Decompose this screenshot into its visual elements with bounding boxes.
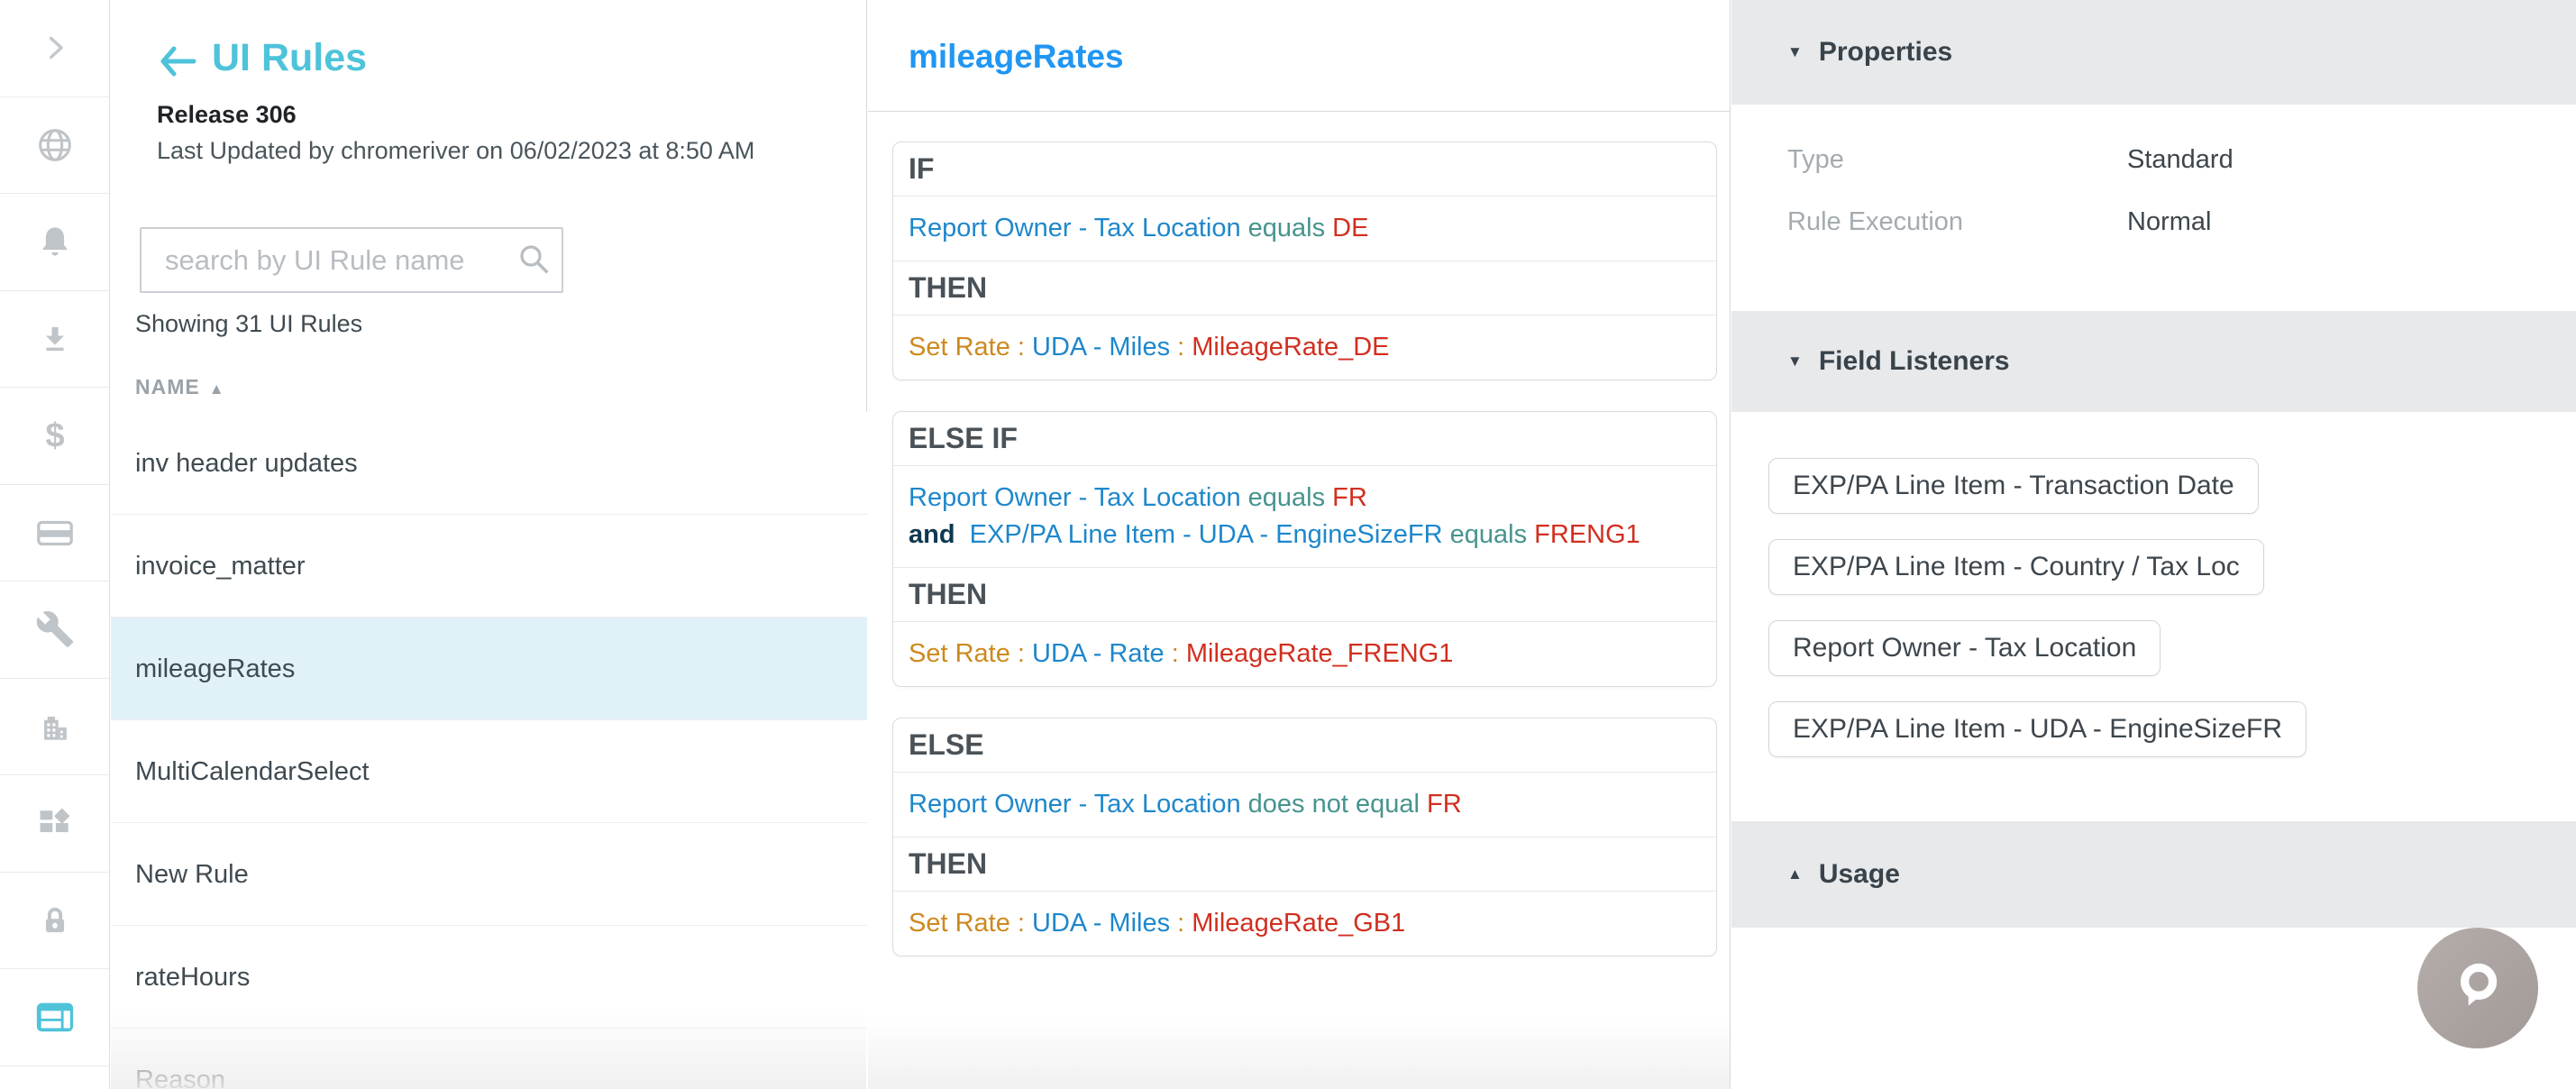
form-layout-icon [34,996,76,1038]
blocks-icon [35,803,75,843]
property-row: TypeStandard [1787,129,2526,191]
action-row[interactable]: Set Rate : UDA - Miles : MileageRate_GB1 [893,891,1716,956]
credit-card-icon [34,512,76,554]
properties-rows: TypeStandardRule ExecutionNormal [1787,129,2526,253]
properties-panel: ▼ Properties TypeStandardRule ExecutionN… [1731,0,2576,1089]
list-item[interactable]: MultiCalendarSelect [111,720,867,823]
rule-expression: Set Rate : UDA - Miles : MileageRate_GB1 [909,905,1701,942]
rule-expression: Report Owner - Tax Location does not equ… [909,786,1701,823]
rule-expression: Set Rate : UDA - Rate : MileageRate_FREN… [909,636,1701,673]
back-button[interactable] [156,43,197,79]
rule-card: IF Report Owner - Tax Location equals DE T… [892,142,1717,380]
svg-text:$: $ [45,416,64,455]
field-listener-chip[interactable]: EXP/PA Line Item - Country / Tax Loc [1768,539,2264,595]
search-box [140,227,563,293]
ui-rules-list: inv header updatesinvoice_mattermileageR… [111,412,867,1089]
icon-rail: $ [0,0,110,1089]
section-header-usage[interactable]: ▲ Usage [1731,821,2576,928]
property-label: Type [1787,145,2127,175]
sort-ascending-icon: ▲ [209,380,225,398]
building-icon [35,707,75,746]
caret-down-icon: ▼ [1787,352,1803,371]
card-section-header: THEN [893,837,1716,891]
globe-icon [34,124,76,166]
property-value: Standard [2127,145,2233,175]
rail-item-finance[interactable]: $ [0,388,109,485]
help-button[interactable] [2417,928,2538,1048]
download-icon [36,320,74,358]
dollar-icon: $ [34,415,76,456]
action-row[interactable]: Set Rate : UDA - Rate : MileageRate_FREN… [893,621,1716,686]
rail-item-security[interactable] [0,873,109,970]
rule-detail-header: mileageRates [868,0,1730,112]
page-title: UI Rules [212,36,367,80]
card-section-header: THEN [893,567,1716,621]
last-updated-label: Last Updated by chromeriver on 06/02/202… [157,137,754,165]
back-arrow-icon [156,43,197,79]
action-row[interactable]: Set Rate : UDA - Miles : MileageRate_DE [893,315,1716,380]
condition-row[interactable]: Report Owner - Tax Location equals FRand… [893,465,1716,567]
wrench-icon [35,609,75,649]
rule-card: ELSE Report Owner - Tax Location does not… [892,718,1717,956]
rail-item-company[interactable] [0,679,109,776]
condition-row[interactable]: Report Owner - Tax Location does not equ… [893,772,1716,837]
chat-balloon-icon [2448,956,2507,1020]
expand-chevron-icon [36,29,74,67]
search-icon [516,243,551,281]
list-item[interactable]: invoice_matter [111,515,867,618]
search-input[interactable] [140,227,563,293]
result-count: Showing 31 UI Rules [135,310,362,338]
rail-item-modules[interactable] [0,775,109,873]
list-item[interactable]: rateHours [111,926,867,1029]
card-section-header: ELSE IF [893,412,1716,465]
rail-item-downloads[interactable] [0,291,109,389]
list-item[interactable]: mileageRates [111,618,867,720]
rule-detail-panel: mileageRates IF Report Owner - Tax Locati… [868,0,1731,1089]
list-item[interactable]: New Rule [111,823,867,926]
card-section-header: THEN [893,261,1716,315]
rule-expression: and EXP/PA Line Item - UDA - EngineSizeF… [909,517,1701,554]
rail-item-ui-rules-active[interactable] [0,969,109,1066]
caret-down-icon: ▼ [1787,43,1803,61]
rule-expression: Report Owner - Tax Location equals FR [909,480,1701,517]
field-listener-chip[interactable]: EXP/PA Line Item - Transaction Date [1768,458,2259,514]
rail-item-admin-tools[interactable] [0,581,109,679]
bell-icon [35,222,75,261]
name-column-header[interactable]: NAME▲ [135,375,225,399]
rail-item-cards[interactable] [0,485,109,582]
section-header-field-listeners[interactable]: ▼ Field Listeners [1731,311,2576,412]
rule-name-title: mileageRates [909,38,1124,76]
field-listener-chip[interactable]: Report Owner - Tax Location [1768,620,2160,676]
release-label: Release 306 [157,101,297,129]
caret-up-icon: ▲ [1787,865,1803,883]
lock-icon [36,901,74,939]
rail-item-globe[interactable] [0,97,109,195]
detail-scroll-fade [868,1017,1730,1089]
rule-expression: Set Rate : UDA - Miles : MileageRate_DE [909,329,1701,366]
field-listener-chip[interactable]: EXP/PA Line Item - UDA - EngineSizeFR [1768,701,2307,757]
property-label: Rule Execution [1787,207,2127,237]
section-header-properties[interactable]: ▼ Properties [1731,0,2576,105]
condition-row[interactable]: Report Owner - Tax Location equals DE [893,196,1716,261]
rule-card: ELSE IFReport Owner - Tax Location equal… [892,411,1717,687]
list-item[interactable]: Reason [111,1029,867,1089]
expand-sidebar-button[interactable] [0,0,109,97]
rule-expression: Report Owner - Tax Location equals DE [909,210,1701,247]
rail-item-notifications[interactable] [0,194,109,291]
field-listener-chips: EXP/PA Line Item - Transaction Date EXP/P… [1768,458,2307,782]
rule-cards: IF Report Owner - Tax Location equals DE T… [892,142,1717,987]
card-section-header: IF [893,142,1716,196]
ui-rules-list-panel: UI Rules Release 306 Last Updated by chr… [111,0,867,1089]
property-value: Normal [2127,207,2211,237]
property-row: Rule ExecutionNormal [1787,191,2526,253]
list-item[interactable]: inv header updates [111,412,867,515]
card-section-header: ELSE [893,718,1716,772]
ui-rules-screen: $ [0,0,2576,1089]
